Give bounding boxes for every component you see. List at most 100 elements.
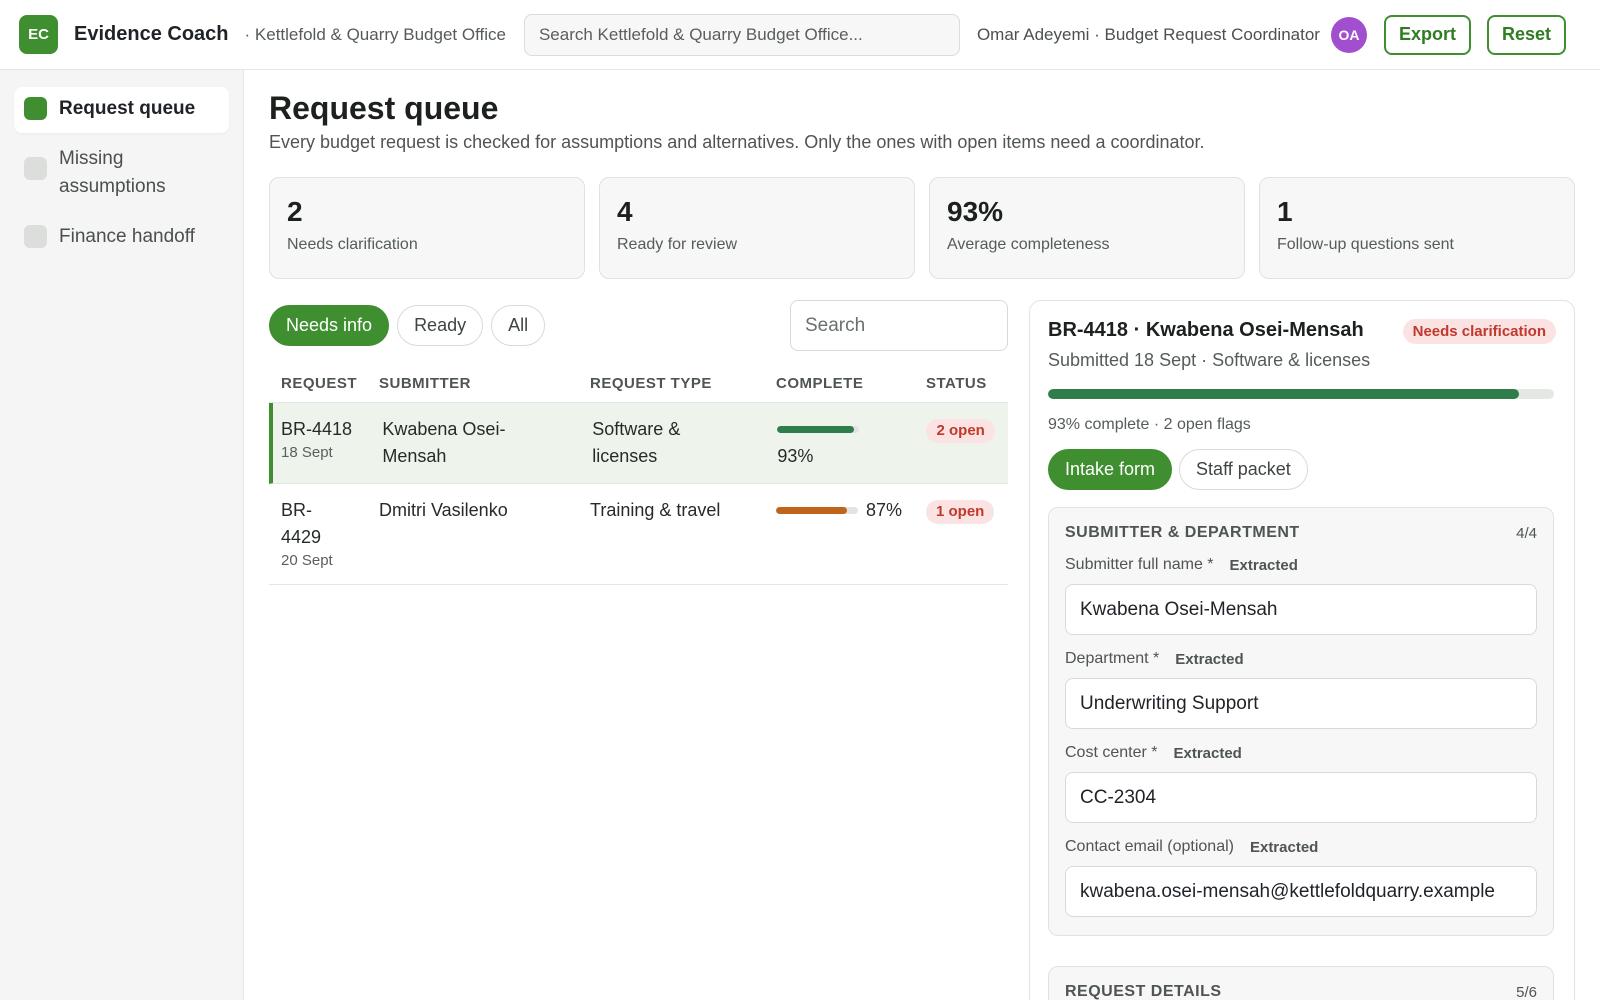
submitter-cell: Kwabena Osei-Mensah — [382, 419, 506, 466]
detail-progress-text: 93% complete · 2 open flags — [1048, 416, 1251, 433]
complete-percent: 87% — [866, 500, 903, 520]
section-count: 4/4 — [1516, 524, 1537, 542]
request-cell: BR-4429 20 Sept — [269, 484, 379, 584]
sidebar-item-label: Missing assumptions — [59, 148, 166, 197]
stat-card-ready-for-review: 4 Ready for review — [599, 177, 915, 279]
stat-label: Follow-up questions sent — [1277, 236, 1454, 253]
user-name-role: Omar Adeyemi · Budget Request Coordinato… — [976, 24, 1320, 44]
detail-tabs: Intake form Staff packet — [1048, 449, 1556, 490]
sidebar-item-missing-assumptions[interactable]: Missing assumptions — [14, 137, 229, 211]
column-header-status[interactable]: STATUS — [926, 375, 1008, 392]
nav-square-icon — [24, 225, 47, 248]
stat-card-needs-clarification: 2 Needs clarification — [269, 177, 585, 279]
request-date: 20 Sept — [281, 552, 333, 569]
cost-center-field[interactable] — [1065, 772, 1537, 823]
status-badge: 1 open — [926, 500, 995, 524]
filter-ready[interactable]: Ready — [397, 305, 484, 346]
tab-staff-packet[interactable]: Staff packet — [1179, 449, 1308, 490]
extracted-tag: Extracted — [1175, 650, 1244, 668]
app-name: Evidence Coach — [74, 23, 229, 45]
request-id: BR-4429 — [281, 500, 322, 547]
filter-all[interactable]: All — [491, 305, 546, 346]
global-search-input[interactable] — [523, 13, 960, 56]
avatar[interactable]: OA — [1330, 16, 1367, 53]
request-id: BR-4418 — [281, 419, 353, 439]
status-badge: 2 open — [926, 419, 995, 443]
column-header-request-type[interactable]: REQUEST TYPE — [590, 375, 776, 392]
table-header: REQUEST SUBMITTER REQUEST TYPE COMPLETE … — [269, 365, 1008, 403]
page-title: Request queue — [269, 90, 499, 126]
complete-percent: 93% — [777, 446, 814, 466]
request-type-cell: Training & travel — [590, 500, 721, 520]
field-label: Cost center * — [1065, 744, 1158, 761]
table-row[interactable]: BR-4418 18 Sept Kwabena Osei-Mensah Soft… — [269, 403, 1008, 484]
submitter-cell: Dmitri Vasilenko — [379, 500, 508, 520]
field-label: Department * — [1065, 650, 1160, 667]
field-label-row: Contact email (optional) Extracted — [1065, 838, 1537, 856]
completeness-bar-fill — [776, 507, 848, 514]
extracted-tag: Extracted — [1229, 556, 1298, 574]
request-table: REQUEST SUBMITTER REQUEST TYPE COMPLETE … — [269, 365, 1008, 585]
table-search-input[interactable] — [790, 300, 1008, 351]
request-date: 18 Sept — [281, 444, 333, 461]
stat-label: Average completeness — [947, 236, 1110, 253]
export-button[interactable]: Export — [1383, 14, 1471, 55]
department-field[interactable] — [1065, 678, 1537, 729]
request-type-cell: Software & licenses — [592, 419, 681, 466]
section-header: REQUEST DETAILS 5/6 — [1065, 983, 1537, 1000]
column-header-request[interactable]: REQUEST — [269, 375, 379, 392]
top-bar: EC Evidence Coach · Kettlefold & Quarry … — [0, 0, 1600, 70]
detail-progress-fill — [1048, 389, 1519, 399]
request-detail-panel: BR-4418 · Kwabena Osei-Mensah Needs clar… — [1029, 300, 1575, 1000]
completeness-bar-fill — [777, 426, 854, 433]
submitter-name-field[interactable] — [1065, 584, 1537, 635]
field-label: Submitter full name * — [1065, 556, 1214, 573]
section-title: SUBMITTER & DEPARTMENT — [1065, 524, 1300, 541]
organization-name: · Kettlefold & Quarry Budget Office — [244, 24, 506, 44]
field-label-row: Submitter full name * Extracted — [1065, 556, 1537, 574]
field-label-row: Department * Extracted — [1065, 650, 1537, 668]
request-cell: BR-4418 18 Sept — [273, 403, 382, 483]
status-cell: 1 open — [926, 484, 1008, 584]
tab-intake-form[interactable]: Intake form — [1048, 449, 1173, 490]
detail-progress-bar — [1048, 389, 1554, 399]
filter-chips: Needs info Ready All — [269, 305, 546, 346]
nav-square-icon — [24, 157, 47, 180]
sidebar-item-request-queue[interactable]: Request queue — [14, 87, 229, 133]
reset-button[interactable]: Reset — [1486, 14, 1567, 55]
status-badge: Needs clarification — [1402, 319, 1556, 344]
stat-label: Needs clarification — [287, 236, 418, 253]
section-submitter-department: SUBMITTER & DEPARTMENT 4/4 Submitter ful… — [1048, 507, 1554, 936]
stat-value: 2 — [287, 196, 303, 227]
section-title: REQUEST DETAILS — [1065, 983, 1222, 1000]
sidebar-item-label: Finance handoff — [59, 226, 195, 247]
stat-value: 93% — [947, 196, 1004, 227]
sidebar: Request queue Missing assumptions Financ… — [0, 70, 244, 1000]
stat-card-average-completeness: 93% Average completeness — [929, 177, 1245, 279]
stat-label: Ready for review — [617, 236, 738, 253]
stat-value: 1 — [1277, 196, 1293, 227]
section-header: SUBMITTER & DEPARTMENT 4/4 — [1065, 524, 1537, 542]
complete-cell: 87% — [776, 484, 926, 584]
filter-needs-info[interactable]: Needs info — [269, 305, 390, 346]
extracted-tag: Extracted — [1173, 744, 1242, 762]
nav-square-icon — [24, 97, 47, 120]
section-count: 5/6 — [1516, 983, 1537, 1000]
field-label: Contact email (optional) — [1065, 838, 1234, 855]
stat-card-follow-up-questions: 1 Follow-up questions sent — [1259, 177, 1575, 279]
contact-email-field[interactable] — [1065, 866, 1537, 917]
column-header-complete[interactable]: COMPLETE — [776, 375, 926, 392]
page-subtitle: Every budget request is checked for assu… — [269, 132, 1205, 152]
field-label-row: Cost center * Extracted — [1065, 744, 1537, 762]
extracted-tag: Extracted — [1249, 838, 1319, 856]
table-row[interactable]: BR-4429 20 Sept Dmitri Vasilenko Trainin… — [269, 484, 1008, 585]
complete-cell: 93% — [777, 403, 926, 483]
completeness-bar — [777, 426, 860, 433]
sidebar-item-finance-handoff[interactable]: Finance handoff — [14, 215, 229, 261]
stats-row: 2 Needs clarification 4 Ready for review… — [269, 177, 1575, 279]
column-header-submitter[interactable]: SUBMITTER — [379, 375, 590, 392]
detail-subtitle: Submitted 18 Sept · Software & licenses — [1048, 350, 1371, 370]
status-cell: 2 open — [926, 403, 1008, 483]
completeness-bar — [776, 507, 858, 514]
sidebar-item-label: Request queue — [59, 98, 196, 119]
